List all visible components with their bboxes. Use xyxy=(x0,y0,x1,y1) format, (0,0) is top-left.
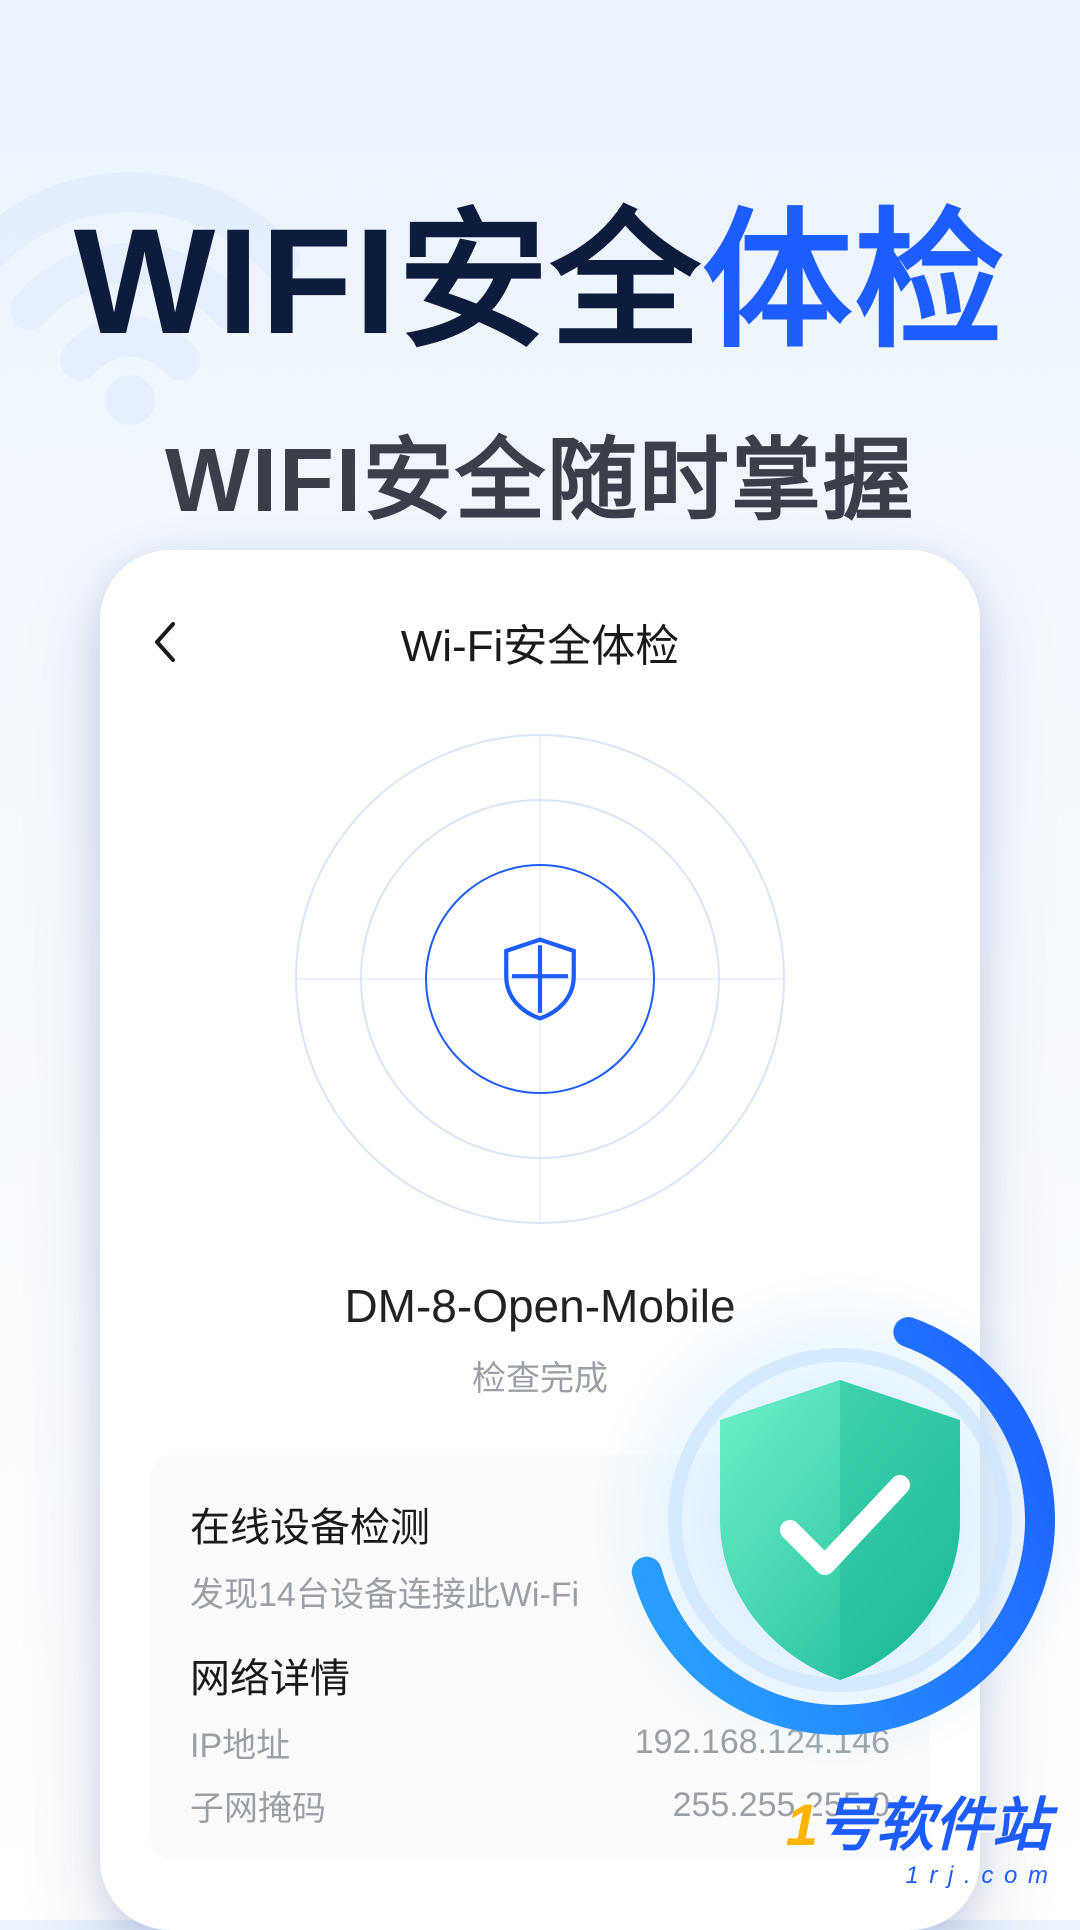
devices-title: 在线设备检测 xyxy=(190,1495,579,1553)
chevron-left-icon xyxy=(151,620,179,664)
page-title: Wi-Fi安全体检 xyxy=(150,610,930,674)
watermark: 1号软件站 1 r j . c o m xyxy=(786,1778,1050,1890)
ip-label: IP地址 xyxy=(190,1718,290,1767)
hero-title-accent: 体检 xyxy=(702,197,1006,365)
security-badge-graphic xyxy=(580,1260,1080,1780)
devices-subtitle: 发现14台设备连接此Wi-Fi xyxy=(190,1567,579,1616)
radar-graphic xyxy=(295,734,785,1224)
hero-title: WIFI安全体检 xyxy=(0,160,1080,377)
watermark-url: 1 r j . c o m xyxy=(786,1862,1050,1890)
app-header: Wi-Fi安全体检 xyxy=(120,600,960,714)
hero-title-text: WIFI安全 xyxy=(74,197,703,365)
shield-icon xyxy=(495,934,585,1024)
hero-section: WIFI安全体检 WIFI安全随时掌握 xyxy=(0,0,1080,537)
hero-subtitle: WIFI安全随时掌握 xyxy=(0,407,1080,537)
watermark-text: 1号软件站 xyxy=(786,1778,1050,1862)
mask-label: 子网掩码 xyxy=(190,1781,326,1830)
watermark-one: 1 xyxy=(786,1793,818,1858)
watermark-label: 号软件站 xyxy=(818,1793,1050,1858)
back-button[interactable] xyxy=(140,617,190,667)
